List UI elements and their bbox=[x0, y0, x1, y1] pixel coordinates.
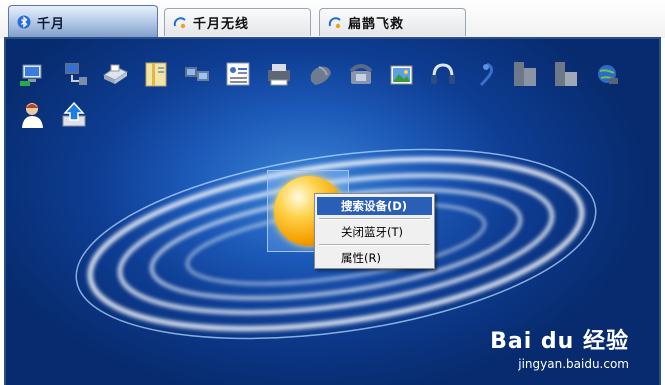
modem-icon[interactable] bbox=[551, 59, 581, 89]
wireless-icon bbox=[173, 16, 187, 30]
menu-separator bbox=[319, 244, 430, 246]
watermark-logo: Bai du 经验 bbox=[490, 329, 629, 354]
menu-item-search-devices[interactable]: 搜索设备(D) bbox=[317, 197, 432, 215]
tab-label: 千月 bbox=[37, 16, 66, 32]
file-folder-icon[interactable] bbox=[141, 59, 171, 89]
bluetooth-main-panel[interactable]: 搜索设备(D) 关闭蓝牙(T) 属性(R) Bai du 经验 jingyan.… bbox=[4, 37, 661, 385]
lan-access-icon[interactable] bbox=[59, 59, 89, 89]
tab-qianyue[interactable]: 千月 bbox=[8, 5, 158, 38]
headphones-icon[interactable] bbox=[428, 59, 458, 89]
tab-label: 扁鹊飞救 bbox=[348, 17, 405, 32]
rescue-icon bbox=[328, 16, 342, 30]
network-computer-icon[interactable] bbox=[18, 59, 48, 89]
business-card-icon[interactable] bbox=[223, 59, 253, 89]
printer-icon[interactable] bbox=[100, 59, 130, 89]
headset-icon[interactable] bbox=[469, 59, 499, 89]
network-globe-icon[interactable] bbox=[592, 59, 622, 89]
tab-bianque-rescue[interactable]: 扁鹊飞救 bbox=[319, 8, 466, 36]
telephone-icon[interactable] bbox=[346, 59, 376, 89]
user-icon[interactable] bbox=[18, 100, 48, 130]
watermark-url: jingyan.baidu.com bbox=[518, 357, 629, 371]
menu-separator bbox=[319, 218, 430, 220]
context-menu: 搜索设备(D) 关闭蓝牙(T) 属性(R) bbox=[314, 193, 435, 269]
transfer-upload-icon[interactable] bbox=[59, 100, 89, 130]
menu-item-turn-off-bluetooth[interactable]: 关闭蓝牙(T) bbox=[317, 223, 432, 241]
photo-icon[interactable] bbox=[387, 59, 417, 89]
mouse-icon[interactable] bbox=[305, 59, 335, 89]
dialup-network-icon[interactable] bbox=[182, 59, 212, 89]
menu-item-properties[interactable]: 属性(R) bbox=[317, 249, 432, 267]
serial-port-icon[interactable] bbox=[510, 59, 540, 89]
baidu-jingyan-watermark: Bai du 经验 jingyan.baidu.com bbox=[490, 323, 629, 371]
tab-qianyue-wireless[interactable]: 千月无线 bbox=[164, 8, 311, 36]
tab-label: 千月无线 bbox=[193, 17, 250, 32]
fax-printer-icon[interactable] bbox=[264, 59, 294, 89]
tab-bar: 千月 千月无线 扁鹊飞救 bbox=[0, 0, 665, 38]
bluetooth-icon bbox=[17, 15, 31, 29]
